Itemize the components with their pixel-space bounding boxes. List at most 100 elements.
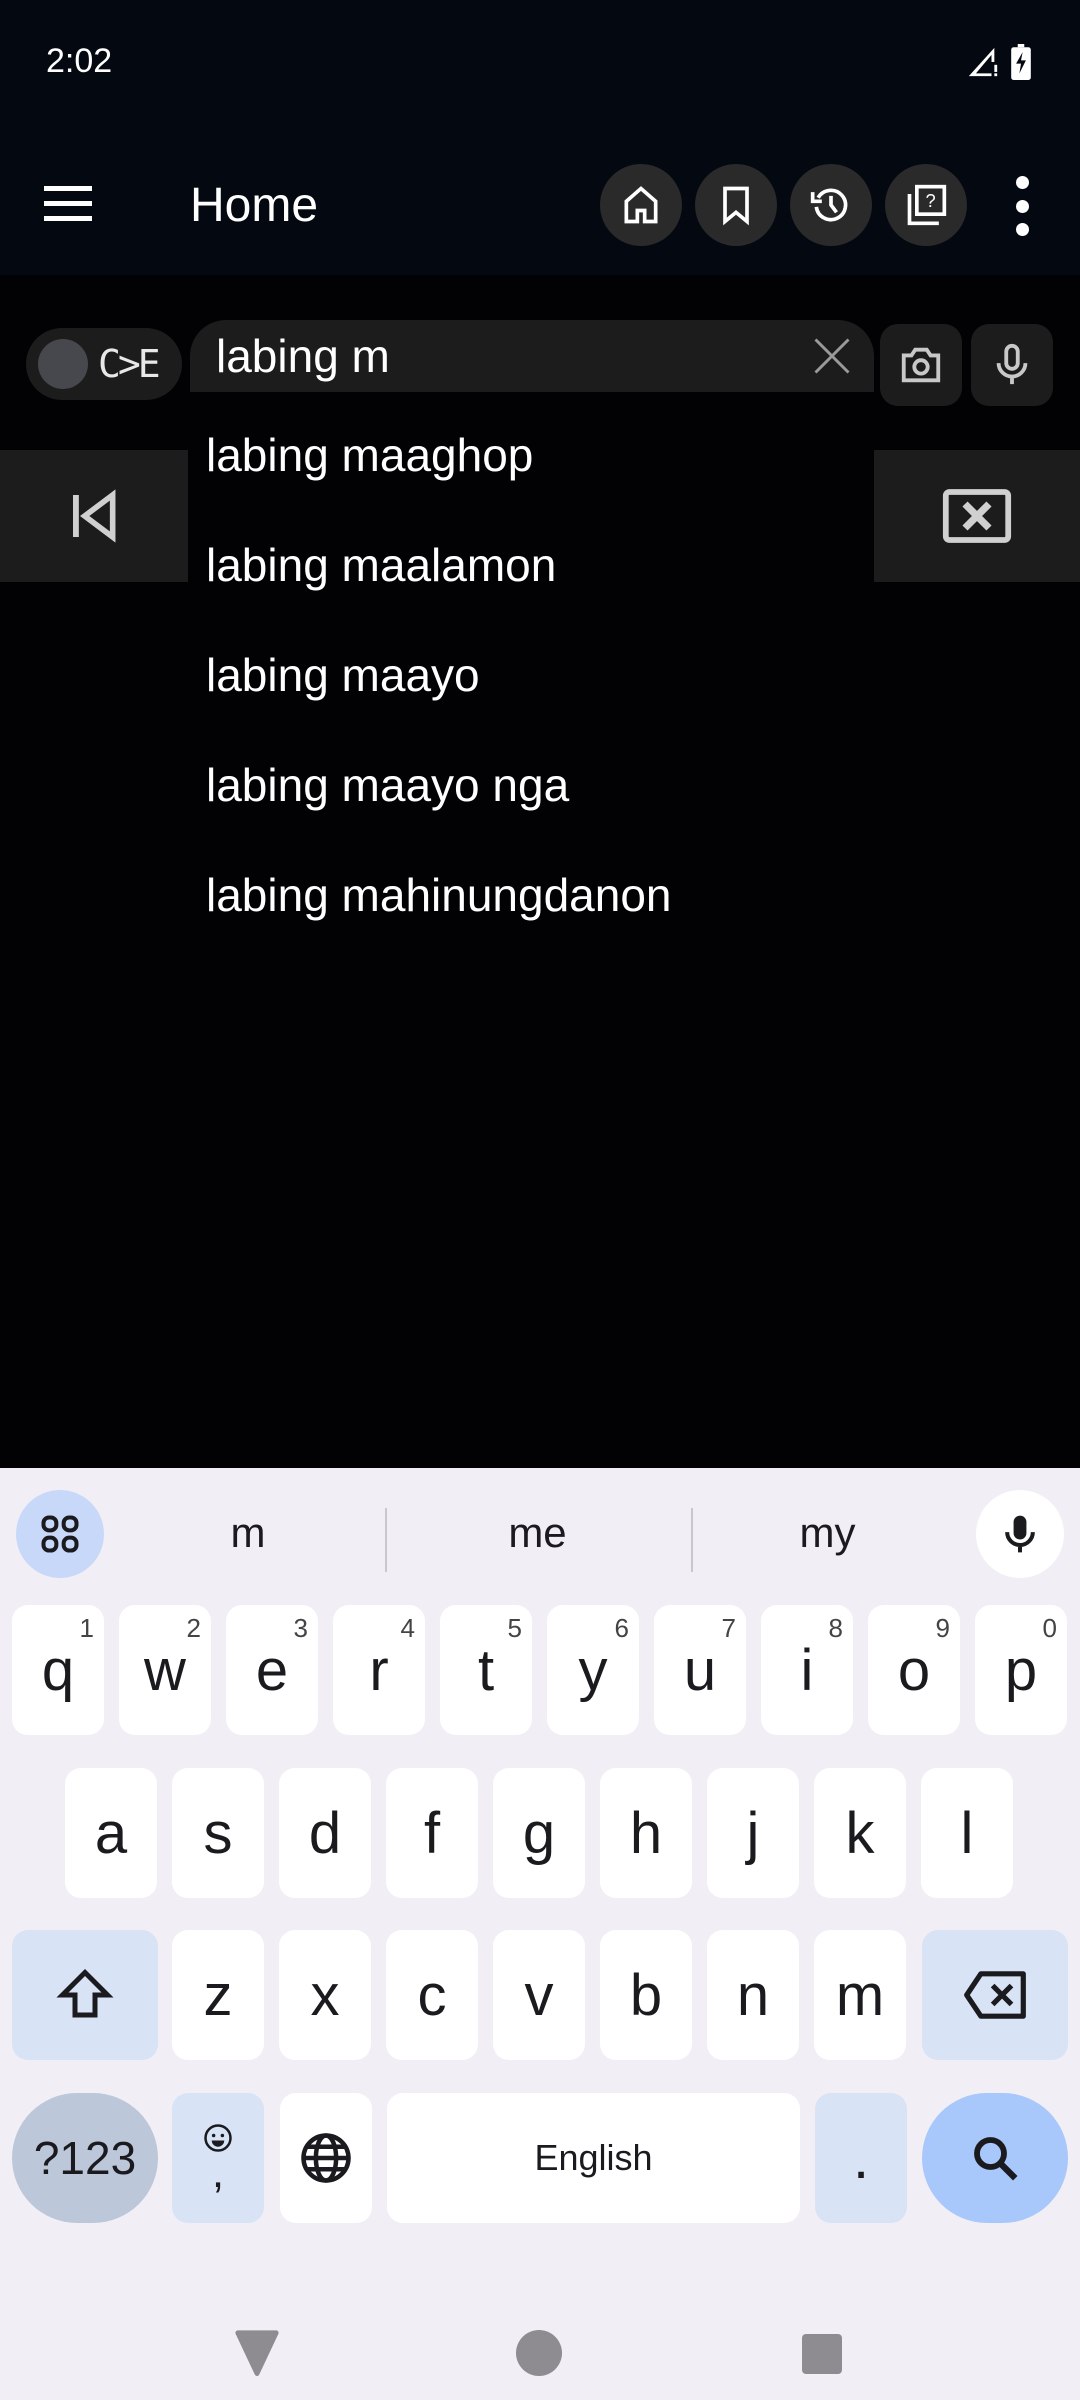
key-a[interactable]: a (65, 1768, 157, 1898)
key-label: i (800, 1637, 814, 1703)
key-hint: 8 (828, 1613, 843, 1643)
key-label: l (960, 1800, 974, 1866)
close-panel[interactable] (874, 450, 1080, 582)
direction-toggle[interactable]: C>E (26, 328, 182, 400)
key-q[interactable]: q1 (12, 1605, 104, 1735)
key-o[interactable]: o9 (868, 1605, 960, 1735)
camera-button[interactable] (880, 324, 962, 406)
key-label: d (308, 1800, 342, 1866)
recents-icon[interactable] (802, 2334, 842, 2374)
key-g[interactable]: g (493, 1768, 585, 1898)
period-key[interactable]: . (815, 2093, 907, 2223)
key-i[interactable]: i8 (761, 1605, 853, 1735)
key-hint: 1 (79, 1613, 94, 1643)
comma-label: , (211, 2148, 225, 2197)
camera-icon (901, 347, 941, 383)
menu-icon[interactable] (44, 182, 96, 226)
mic-icon (996, 343, 1028, 385)
key-u[interactable]: u7 (654, 1605, 746, 1735)
suggestion-item[interactable]: labing maalamon (188, 510, 874, 620)
key-s[interactable]: s (172, 1768, 264, 1898)
keyboard-voice-button[interactable] (976, 1490, 1064, 1578)
key-label: c (417, 1962, 447, 2028)
key-label: z (203, 1962, 233, 2028)
status-time: 2:02 (46, 42, 113, 80)
symbols-key[interactable]: ?123 (12, 2093, 158, 2223)
key-p[interactable]: p0 (975, 1605, 1067, 1735)
search-key[interactable] (922, 2093, 1068, 2223)
voice-search-button[interactable] (971, 324, 1053, 406)
key-label: r (369, 1637, 389, 1703)
key-label: k (845, 1800, 875, 1866)
suggestion-item[interactable]: labing maayo (188, 620, 874, 730)
previous-panel[interactable] (0, 450, 188, 582)
key-hint: 7 (721, 1613, 736, 1643)
key-f[interactable]: f (386, 1768, 478, 1898)
key-n[interactable]: n (707, 1930, 799, 2060)
home-button[interactable] (600, 164, 682, 246)
key-label: x (310, 1962, 340, 2028)
skip-previous-icon (73, 489, 116, 543)
divider (691, 1508, 693, 1572)
key-label: o (897, 1637, 931, 1703)
top-app-area: 2:02 Home ? (0, 0, 1080, 275)
key-hint: 9 (935, 1613, 950, 1643)
suggestion-item[interactable]: labing mahinungdanon (188, 840, 874, 950)
home-nav-icon[interactable] (516, 2330, 562, 2376)
quiz-button[interactable]: ? (885, 164, 967, 246)
key-label: v (524, 1962, 554, 2028)
search-input[interactable] (216, 326, 776, 386)
key-c[interactable]: c (386, 1930, 478, 2060)
key-label: u (683, 1637, 717, 1703)
key-w[interactable]: w2 (119, 1605, 211, 1735)
back-icon[interactable] (232, 2328, 282, 2376)
key-m[interactable]: m (814, 1930, 906, 2060)
emoji-comma-key[interactable]: , (172, 2093, 264, 2223)
key-x[interactable]: x (279, 1930, 371, 2060)
key-d[interactable]: d (279, 1768, 371, 1898)
key-r[interactable]: r4 (333, 1605, 425, 1735)
word-suggestion[interactable]: my (700, 1498, 955, 1568)
keyboard-apps-button[interactable] (16, 1490, 104, 1578)
more-vert-icon[interactable] (1005, 176, 1039, 236)
mic-icon (1005, 1515, 1035, 1553)
key-e[interactable]: e3 (226, 1605, 318, 1735)
space-key[interactable]: English (387, 2093, 800, 2223)
key-l[interactable]: l (921, 1768, 1013, 1898)
key-hint: 0 (1042, 1613, 1057, 1643)
close-box-icon (942, 489, 1012, 543)
key-b[interactable]: b (600, 1930, 692, 2060)
direction-label: C>E (98, 342, 161, 386)
shift-icon (56, 1968, 114, 2018)
history-button[interactable] (790, 164, 872, 246)
backspace-key[interactable] (922, 1930, 1068, 2060)
key-hint: 5 (507, 1613, 522, 1643)
suggestion-item[interactable]: labing maayo nga (188, 730, 874, 840)
key-y[interactable]: y6 (547, 1605, 639, 1735)
search-field[interactable] (190, 320, 874, 392)
key-j[interactable]: j (707, 1768, 799, 1898)
key-k[interactable]: k (814, 1768, 906, 1898)
key-t[interactable]: t5 (440, 1605, 532, 1735)
search-icon (974, 2137, 1018, 2181)
backspace-icon (964, 1971, 1026, 2019)
page-title: Home (190, 179, 319, 232)
svg-text:?: ? (925, 190, 935, 211)
word-suggestion[interactable]: m (120, 1498, 376, 1568)
key-label: m (835, 1962, 885, 2028)
key-label: g (522, 1800, 556, 1866)
key-label: f (423, 1800, 441, 1866)
word-suggestion[interactable]: me (395, 1498, 680, 1568)
key-z[interactable]: z (172, 1930, 264, 2060)
clear-icon[interactable] (810, 334, 854, 378)
key-h[interactable]: h (600, 1768, 692, 1898)
shift-key[interactable] (12, 1930, 158, 2060)
bookmark-button[interactable] (695, 164, 777, 246)
language-key[interactable] (280, 2093, 372, 2223)
key-hint: 4 (400, 1613, 415, 1643)
screen: 2:02 Home ? C>E labing m labing maaghop … (0, 0, 1080, 2400)
key-label: a (94, 1800, 128, 1866)
bookmark-icon (723, 186, 749, 226)
suggestion-item[interactable]: labing maaghop (188, 400, 874, 510)
key-v[interactable]: v (493, 1930, 585, 2060)
